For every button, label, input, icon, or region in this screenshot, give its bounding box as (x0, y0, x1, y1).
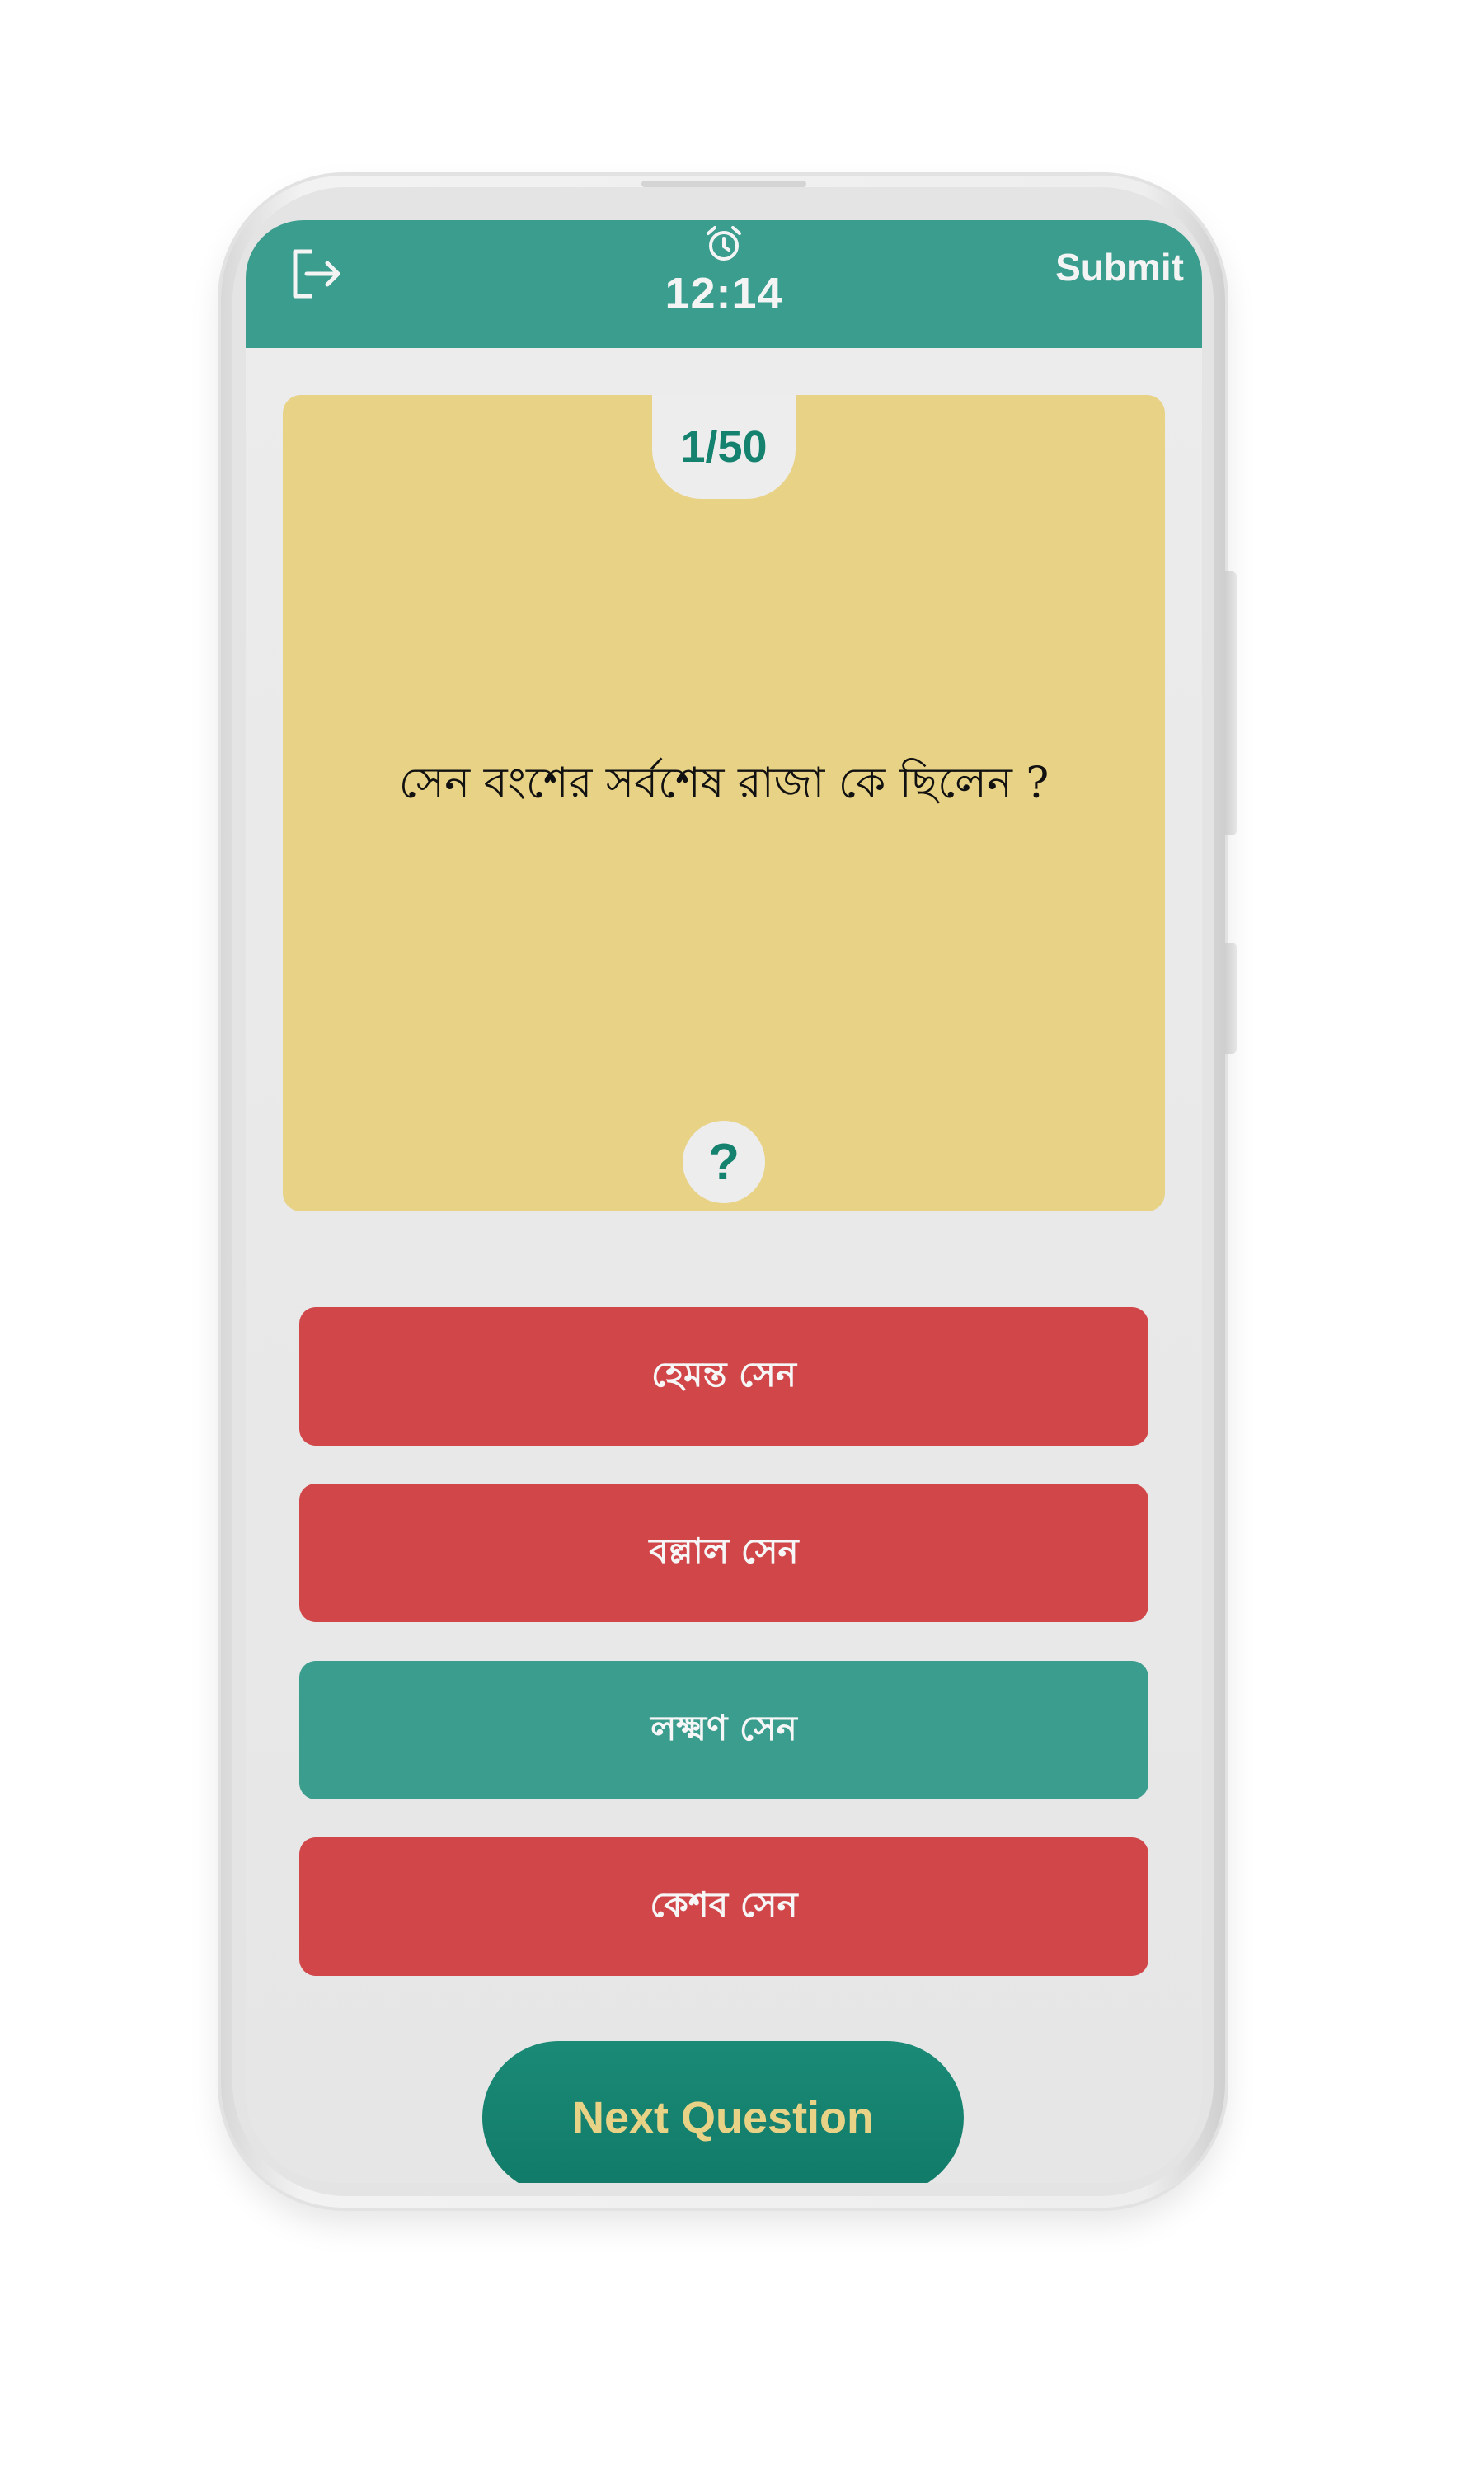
question-counter: 1/50 (652, 395, 796, 499)
volume-button (1225, 571, 1237, 835)
exit-icon (293, 249, 340, 299)
option-2[interactable]: বল্লাল সেন (299, 1484, 1148, 1622)
phone-speaker (641, 181, 806, 187)
stage: 12:14 Submit 1/50 সেন বংশের সর্বশেষ রাজা… (0, 0, 1484, 2474)
alarm-clock-icon (707, 226, 741, 261)
exit-button[interactable] (287, 245, 345, 303)
top-bar: 12:14 Submit (246, 220, 1202, 348)
hint-button[interactable]: ? (683, 1121, 765, 1203)
next-question-button[interactable]: Next Question (482, 2041, 964, 2183)
timer-text: 12:14 (665, 269, 783, 318)
submit-button[interactable]: Submit (1055, 245, 1184, 289)
power-button (1225, 943, 1237, 1054)
question-card: 1/50 সেন বংশের সর্বশেষ রাজা কে ছিলেন ? ? (283, 395, 1165, 1211)
app-screen: 12:14 Submit 1/50 সেন বংশের সর্বশেষ রাজা… (246, 220, 1202, 2183)
timer: 12:14 (600, 220, 848, 348)
option-1[interactable]: হেমন্ত সেন (299, 1307, 1148, 1446)
question-text: সেন বংশের সর্বশেষ রাজা কে ছিলেন ? (398, 759, 1050, 808)
option-3[interactable]: লক্ষ্মণ সেন (299, 1661, 1148, 1799)
option-4[interactable]: কেশব সেন (299, 1837, 1148, 1976)
